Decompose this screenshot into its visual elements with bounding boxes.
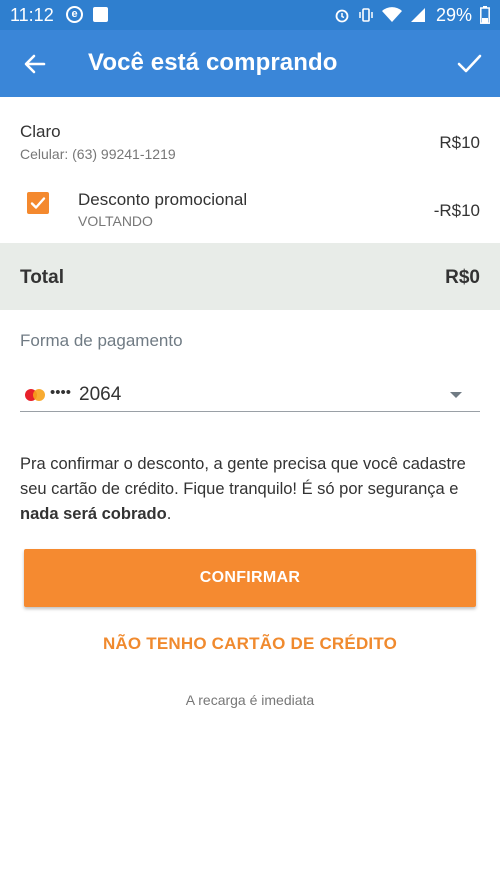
confirm-button[interactable]: CONFIRMAR — [24, 549, 476, 607]
back-arrow-icon[interactable] — [20, 50, 50, 78]
card-masked-dots: •••• — [50, 384, 72, 401]
app-bar: Você está comprando — [0, 30, 500, 97]
discount-code: VOLTANDO — [78, 213, 153, 229]
page-title: Você está comprando — [88, 49, 338, 76]
payment-method-select[interactable]: •••• 2064 — [20, 378, 480, 412]
info-text-bold: nada será cobrado — [20, 505, 167, 523]
purchase-price: R$10 — [439, 133, 480, 152]
no-credit-card-button[interactable]: NÃO TENHO CARTÃO DE CRÉDITO — [0, 634, 500, 654]
wifi-icon — [381, 7, 402, 22]
status-bar: 11:12 e 29% — [0, 0, 500, 30]
status-icons: 29% — [334, 4, 490, 26]
discount-value: -R$10 — [433, 201, 480, 220]
check-icon — [30, 197, 46, 209]
info-text: Pra confirmar o desconto, a gente precis… — [20, 452, 482, 527]
info-text-part: Pra confirmar o desconto, a gente precis… — [20, 455, 466, 498]
payment-method-label: Forma de pagamento — [20, 331, 183, 350]
operator-name: Claro — [20, 122, 61, 141]
card-last-digits: 2064 — [79, 384, 122, 405]
e-circle-icon: e — [66, 6, 83, 23]
status-time: 11:12 — [10, 5, 54, 25]
discount-item: Desconto promocional VOLTANDO -R$10 — [0, 180, 500, 238]
battery-icon — [480, 6, 490, 24]
info-text-end: . — [166, 505, 172, 523]
vibrate-icon — [359, 8, 373, 22]
image-icon — [93, 7, 108, 22]
battery-percent: 29% — [435, 4, 472, 25]
mastercard-icon — [25, 389, 45, 401]
purchase-item: Claro Celular: (63) 99241-1219 R$10 — [0, 110, 500, 172]
recharge-note: A recarga é imediata — [185, 692, 315, 708]
dropdown-arrow-icon[interactable] — [450, 392, 462, 398]
check-icon[interactable] — [454, 50, 484, 78]
phone-number: Celular: (63) 99241-1219 — [20, 146, 176, 162]
total-label: Total — [20, 267, 64, 288]
discount-checkbox[interactable] — [27, 192, 49, 214]
total-value: R$0 — [445, 267, 480, 288]
discount-label: Desconto promocional — [78, 190, 248, 209]
alarm-icon — [335, 9, 349, 23]
signal-icon — [410, 8, 425, 22]
total-bar: Total R$0 — [0, 243, 500, 310]
